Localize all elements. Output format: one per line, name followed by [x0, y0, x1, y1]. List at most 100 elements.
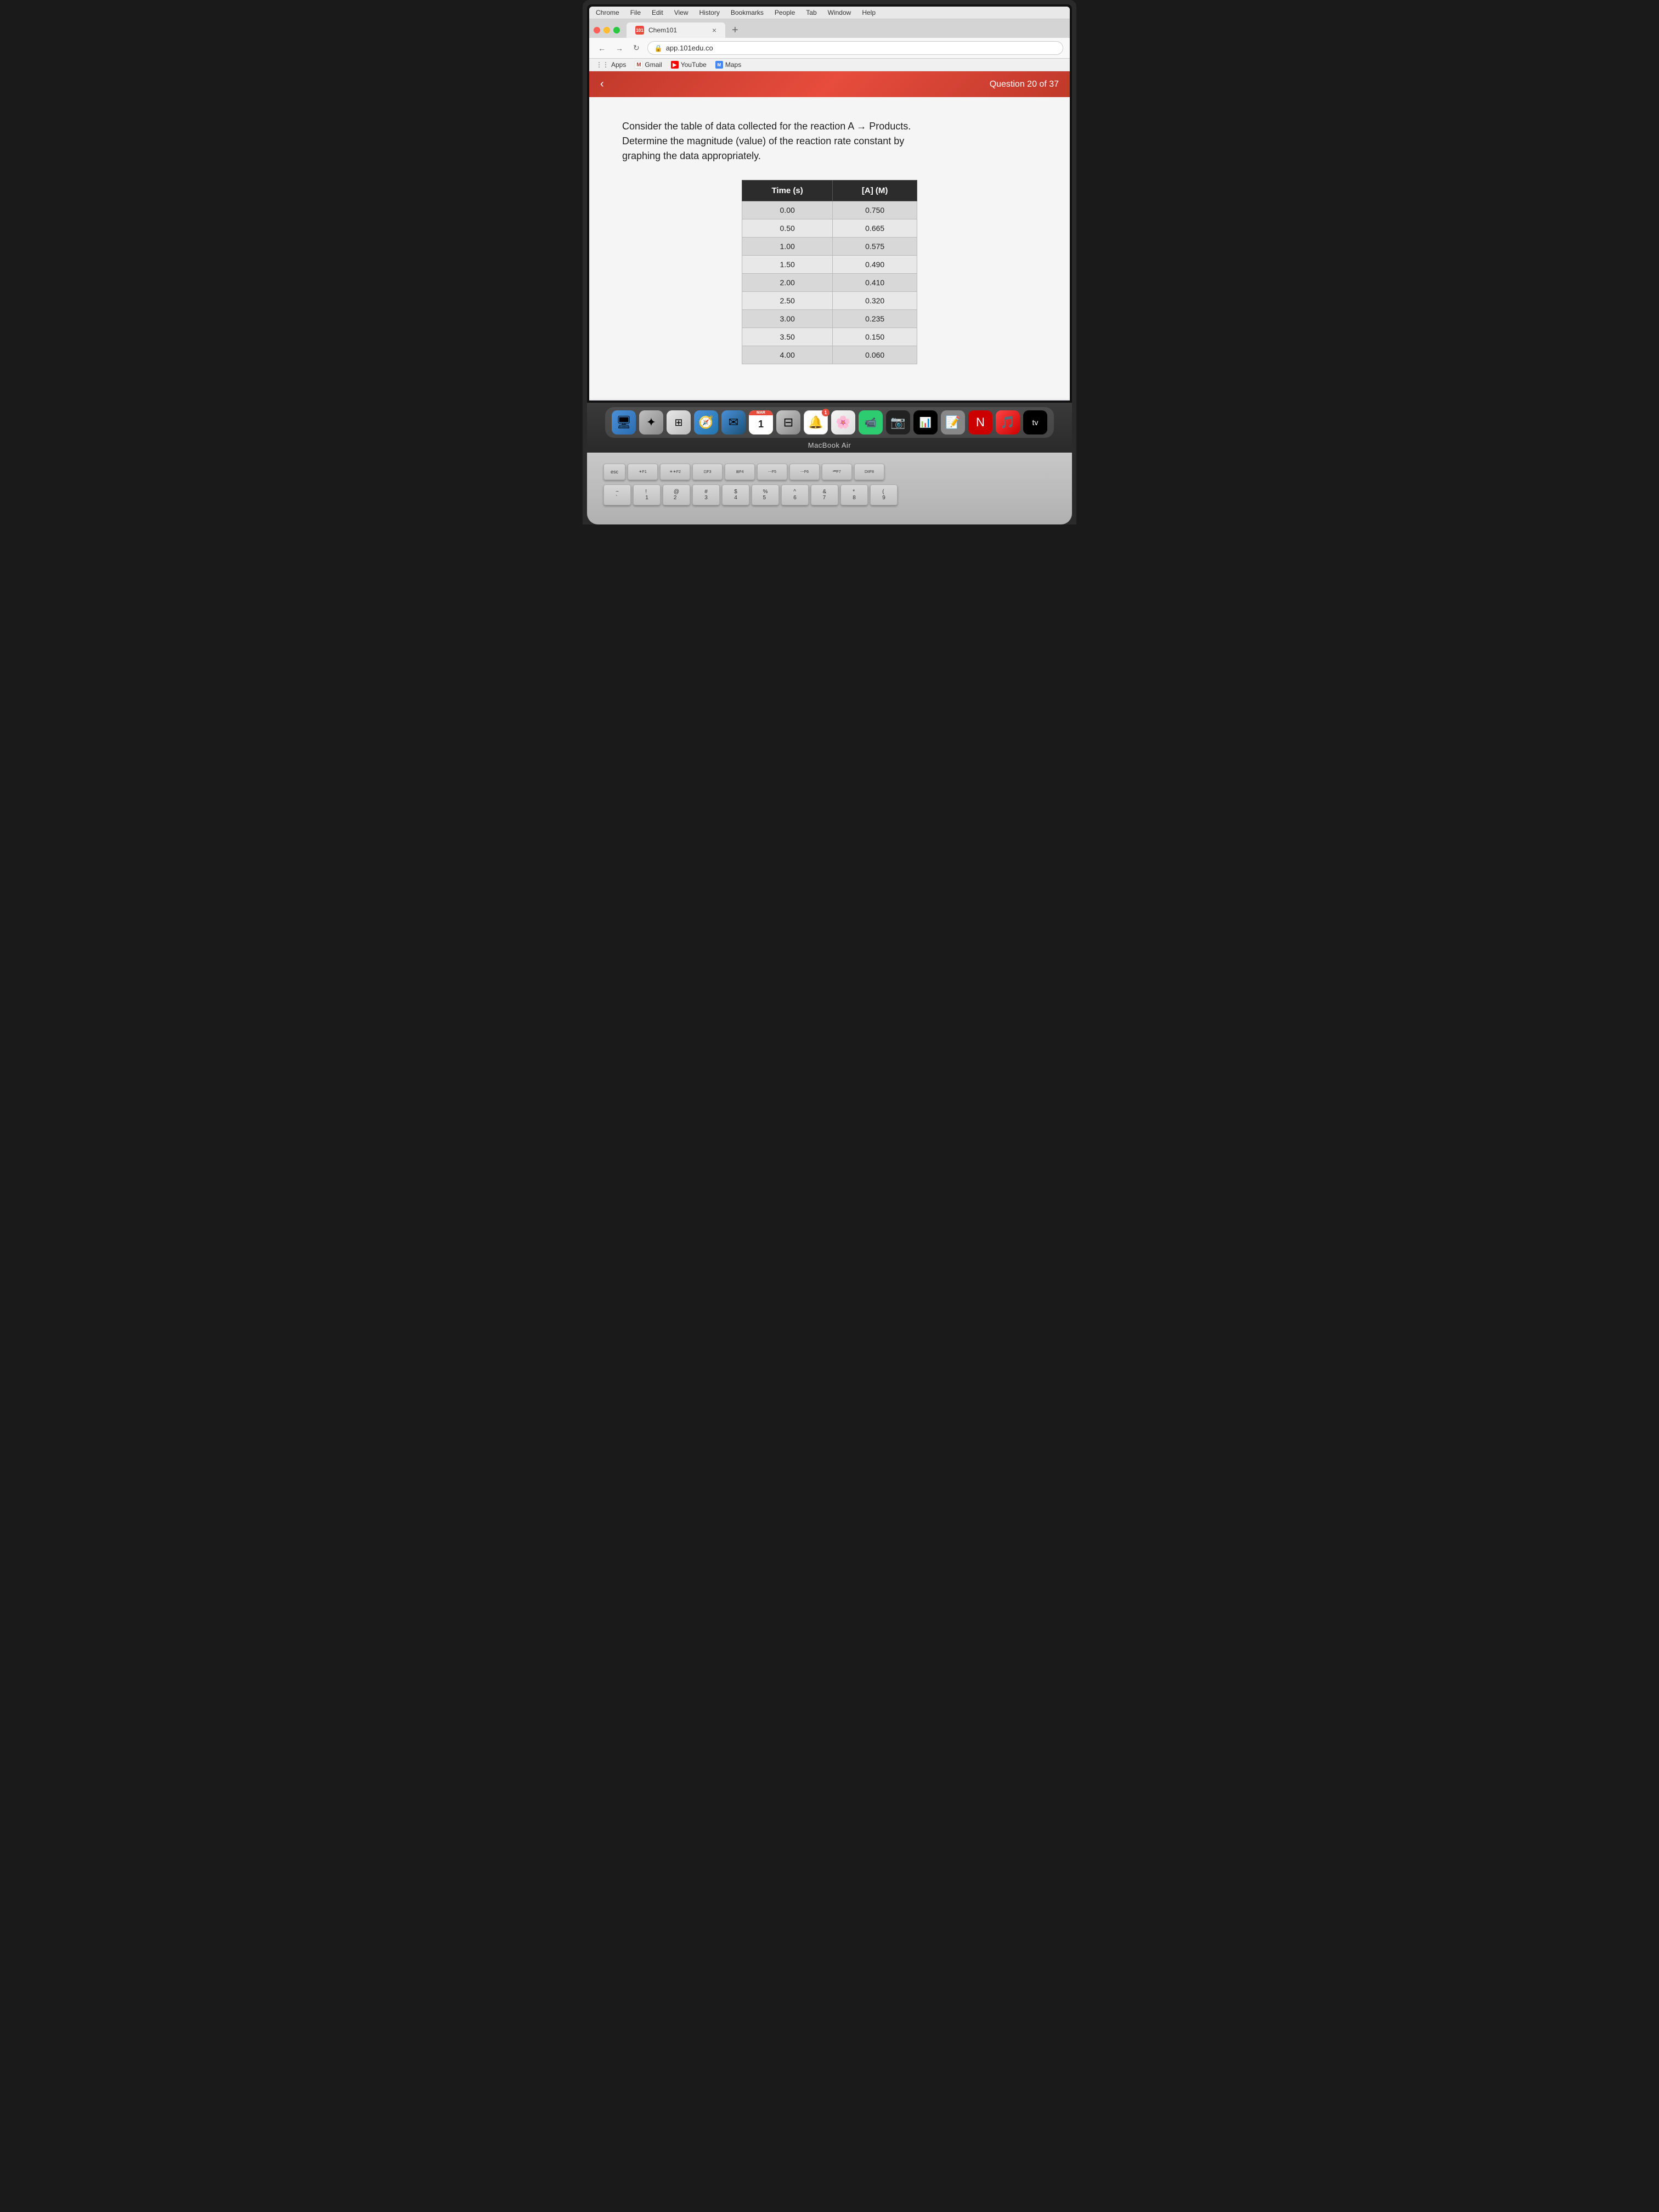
forward-button[interactable]: → [613, 43, 625, 54]
key-3[interactable]: #3 [692, 484, 720, 505]
dock-camera[interactable]: 📷 [886, 410, 910, 435]
bookmark-apps-label: Apps [611, 61, 626, 69]
browser-tab[interactable]: 101 Chem101 × [627, 22, 725, 38]
bookmark-gmail-label: Gmail [645, 61, 662, 69]
key-9[interactable]: (9 [870, 484, 898, 505]
dock-photos[interactable]: 🌸 [831, 410, 855, 435]
question-line3: graphing the data appropriately. [622, 150, 761, 161]
table-row: 0.000.750 [742, 201, 917, 219]
back-button[interactable]: ← [596, 43, 608, 54]
key-5[interactable]: %5 [752, 484, 779, 505]
data-table-container: Time (s) [A] (M) 0.000.7500.500.6651.000… [622, 180, 1037, 364]
dock-launchpad[interactable]: ⊞ [667, 410, 691, 435]
dock-mail[interactable]: ✉ [721, 410, 746, 435]
refresh-button[interactable]: ↻ [631, 42, 642, 54]
key-2[interactable]: @2 [663, 484, 690, 505]
dock-stocks[interactable]: 📊 [913, 410, 938, 435]
url-bar[interactable]: 🔒 app.101edu.co [647, 41, 1063, 55]
data-table: Time (s) [A] (M) 0.000.7500.500.6651.000… [742, 180, 917, 364]
siri-icon: ✦ [646, 415, 656, 430]
page-content: ‹ Question 20 of 37 Consider the table o… [589, 71, 1070, 400]
key-4[interactable]: $4 [722, 484, 749, 505]
col-header-concentration: [A] (M) [833, 180, 917, 201]
calendar-month: MAR [749, 410, 773, 415]
key-tilde[interactable]: ~` [603, 484, 631, 505]
facetime-icon: 📹 [865, 417, 877, 428]
url-text: app.101edu.co [666, 44, 713, 52]
bookmark-youtube[interactable]: ▶ YouTube [671, 61, 707, 69]
menu-help[interactable]: Help [862, 9, 876, 16]
question-line1: Consider the table of data collected for… [622, 121, 911, 132]
key-6[interactable]: ^6 [781, 484, 809, 505]
key-7[interactable]: &7 [811, 484, 838, 505]
stocks-icon: 📊 [919, 417, 932, 428]
menu-bar: Chrome File Edit View History Bookmarks … [589, 7, 1070, 19]
key-f8[interactable]: DIIF8 [854, 464, 884, 480]
dock-music[interactable]: 🎵 [996, 410, 1020, 435]
dock-notes[interactable]: MAR 1 [749, 410, 773, 435]
minimize-button[interactable] [603, 27, 610, 33]
menu-view[interactable]: View [674, 9, 689, 16]
menu-bookmarks[interactable]: Bookmarks [731, 9, 764, 16]
cell-4-1: 0.410 [833, 274, 917, 292]
dock-reminders[interactable]: 🔔 1 [804, 410, 828, 435]
tab-bar: 101 Chem101 × + [589, 19, 1070, 38]
menu-window[interactable]: Window [828, 9, 851, 16]
bookmark-apps[interactable]: ⋮⋮ Apps [596, 61, 626, 69]
bookmark-maps[interactable]: M Maps [715, 61, 741, 69]
cell-8-0: 4.00 [742, 346, 833, 364]
safari-icon: 🧭 [698, 415, 713, 430]
dock-facetime[interactable]: 📹 [859, 410, 883, 435]
tab-favicon: 101 [635, 26, 644, 35]
menu-file[interactable]: File [630, 9, 641, 16]
cell-7-0: 3.50 [742, 328, 833, 346]
dock-noicon[interactable]: N [968, 410, 992, 435]
menu-edit[interactable]: Edit [652, 9, 663, 16]
tab-title: Chem101 [648, 26, 677, 34]
dock-list[interactable]: ⊟ [776, 410, 800, 435]
key-1[interactable]: !1 [633, 484, 661, 505]
table-row: 2.000.410 [742, 274, 917, 292]
music-icon: 🎵 [1000, 415, 1015, 430]
key-f5[interactable]: ⋯F5 [757, 464, 787, 480]
key-f3[interactable]: ⊡F3 [692, 464, 723, 480]
list-icon: ⊟ [783, 415, 793, 430]
menu-chrome[interactable]: Chrome [596, 9, 619, 16]
back-arrow[interactable]: ‹ [600, 78, 604, 91]
maximize-button[interactable] [613, 27, 620, 33]
main-content: Consider the table of data collected for… [589, 97, 1070, 399]
dock-appletv[interactable]: tv [1023, 410, 1047, 435]
noicon-icon: N [976, 415, 985, 430]
question-text: Consider the table of data collected for… [622, 119, 1034, 163]
new-tab-button[interactable]: + [727, 24, 743, 37]
cell-1-1: 0.665 [833, 219, 917, 238]
key-f1[interactable]: ☀F1 [628, 464, 658, 480]
key-esc[interactable]: esc [603, 464, 625, 480]
cell-0-1: 0.750 [833, 201, 917, 219]
traffic-lights [594, 27, 620, 33]
key-f6[interactable]: ⋯F6 [789, 464, 820, 480]
dock-notes2[interactable]: 📝 [941, 410, 965, 435]
key-f7[interactable]: ⏮F7 [822, 464, 852, 480]
close-button[interactable] [594, 27, 600, 33]
camera-icon: 📷 [890, 415, 905, 430]
key-f2[interactable]: ☀☀F2 [660, 464, 690, 480]
menu-history[interactable]: History [699, 9, 720, 16]
cell-7-1: 0.150 [833, 328, 917, 346]
notes2-icon: 📝 [945, 415, 960, 430]
bookmark-gmail[interactable]: M Gmail [635, 61, 662, 69]
dock-safari[interactable]: 🧭 [694, 410, 718, 435]
menu-people[interactable]: People [775, 9, 795, 16]
menu-tab[interactable]: Tab [806, 9, 816, 16]
table-row: 1.500.490 [742, 256, 917, 274]
dock-siri[interactable]: ✦ [639, 410, 663, 435]
address-bar: ← → ↻ 🔒 app.101edu.co [589, 38, 1070, 59]
calendar-day: 1 [749, 415, 773, 433]
cell-8-1: 0.060 [833, 346, 917, 364]
dock-finder[interactable]: 🖥 [612, 410, 636, 435]
key-f4[interactable]: ⊞F4 [725, 464, 755, 480]
key-8[interactable]: *8 [840, 484, 868, 505]
appletv-icon: tv [1032, 418, 1039, 427]
tab-close-button[interactable]: × [712, 26, 716, 35]
table-row: 0.500.665 [742, 219, 917, 238]
